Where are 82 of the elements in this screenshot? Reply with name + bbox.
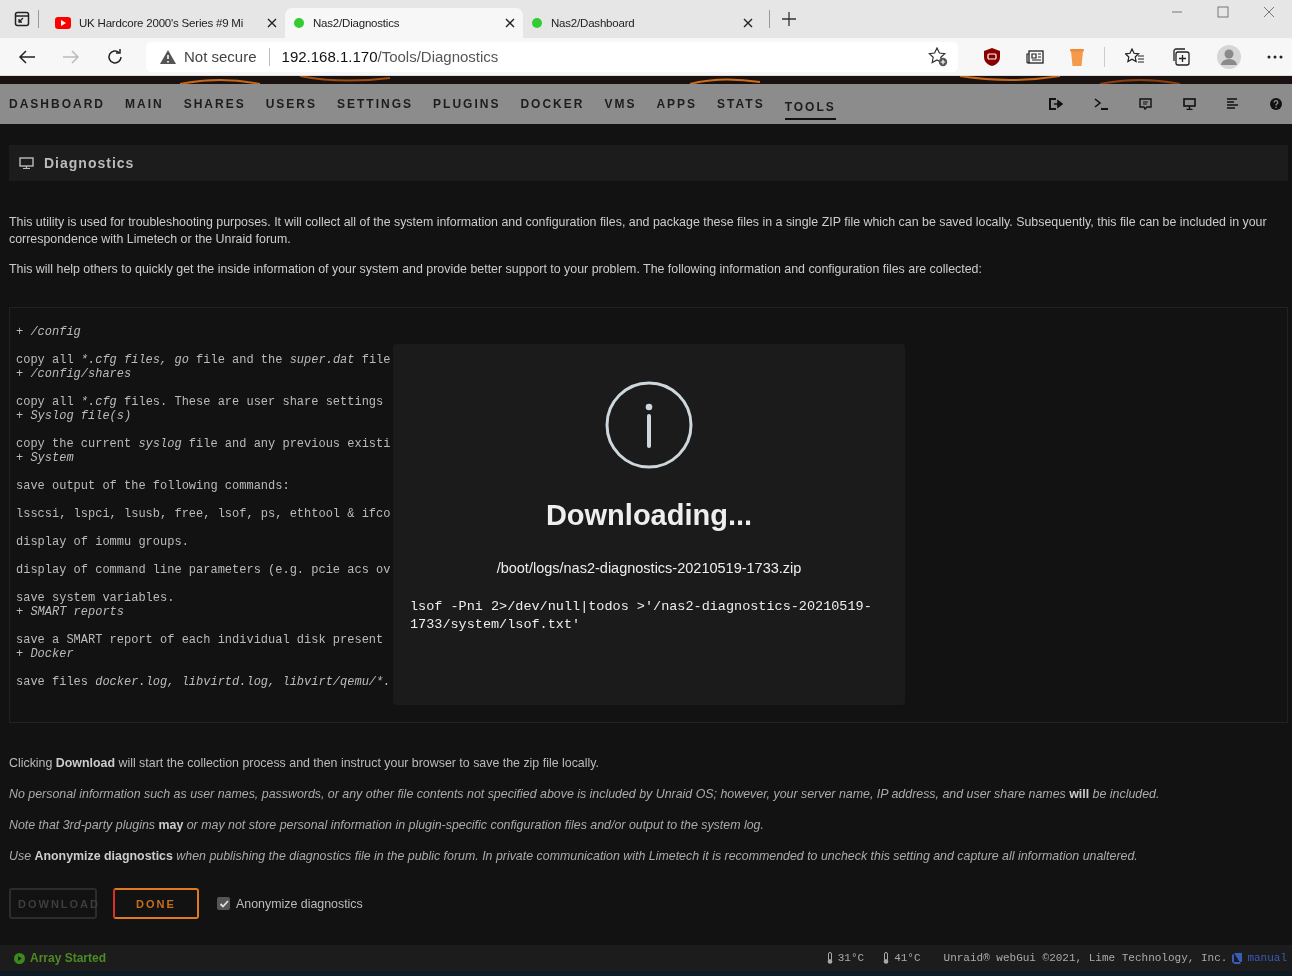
temperature: 31°C	[837, 952, 865, 964]
nav-tab[interactable]: DOCKER	[520, 91, 585, 117]
back-icon[interactable]	[18, 48, 36, 65]
thermometer-icon	[826, 952, 833, 964]
new-tab-icon[interactable]	[782, 12, 796, 26]
nav-tab[interactable]: SETTINGS	[337, 91, 414, 117]
book-icon	[1232, 952, 1243, 964]
monitor-icon	[19, 157, 34, 169]
file-description: display of iommu groups.	[16, 535, 189, 549]
close-icon[interactable]	[743, 18, 753, 28]
thermometer-icon	[883, 952, 890, 964]
note-text: Use Anonymize diagnostics when publishing the diagnostics file in the public forum. In private communication with Limetech it is recommended to uncheck this setting and capture all information unaltered.	[9, 849, 1139, 864]
add-favorite-icon[interactable]	[928, 46, 948, 67]
array-status: Array Started	[30, 951, 107, 965]
close-window-icon[interactable]	[1263, 6, 1275, 18]
video-icon	[55, 17, 71, 29]
terminal-icon[interactable]	[1094, 98, 1108, 110]
nav-tab[interactable]: STATS	[717, 91, 765, 117]
avatar-icon[interactable]	[1217, 44, 1241, 69]
zip-path: /boot/logs/nas2-diagnostics-20210519-1733.zip	[496, 560, 802, 576]
monitor-icon[interactable]	[1183, 98, 1196, 110]
intro-paragraph: This utility is used for troubleshooting purposes. It will collect all of the system information and configuration files, and package these files in a single ZIP file which can be saved locally. Subsequently, this file can be included in your correspondence with Limetech or the Unraid forum.	[9, 214, 1268, 248]
collections-icon[interactable]	[1171, 46, 1191, 67]
command-text: lsof -Pni 2>/dev/null|todos >'/nas2-diagnostics-20210519-1733/system/lsof.txt'	[410, 598, 873, 634]
feedback-icon[interactable]	[1139, 98, 1152, 110]
nav-tab[interactable]: MAIN	[125, 91, 164, 117]
file-group-heading: + SMART reports	[16, 605, 124, 619]
nav-tab[interactable]: TOOLS	[784, 94, 836, 120]
address-field[interactable]: Not secure 192.168.1.170/Tools/Diagnostics	[146, 41, 958, 72]
url-text: 192.168.1.170/Tools/Diagnostics	[281, 48, 499, 65]
file-description: save a SMART report of each individual disk present	[16, 633, 384, 647]
browser-tab[interactable]: Nas2/Dashboard	[523, 8, 761, 38]
browser-tab[interactable]: Nas2/Diagnostics	[285, 8, 523, 38]
tab-actions-icon[interactable]	[14, 11, 30, 27]
shield-icon[interactable]	[984, 47, 1000, 66]
copyright-text: Unraid® webGui ©2021, Lime Technology, Inc.	[943, 952, 1228, 964]
play-icon	[14, 952, 25, 964]
close-icon[interactable]	[267, 18, 277, 28]
help-icon[interactable]	[1270, 98, 1282, 110]
page-title: Diagnostics	[44, 155, 135, 171]
file-description: copy the current syslog file and any previous existi	[16, 437, 391, 451]
nav-tab[interactable]: APPS	[656, 91, 698, 117]
intro-paragraph: This will help others to quickly get the inside information of your system and provide better support to your problem. The following information and configuration files are collected:	[9, 261, 983, 278]
status-dot-icon	[293, 17, 305, 29]
refresh-icon[interactable]	[106, 47, 124, 66]
file-description: copy all *.cfg files, go file and the super.dat file	[16, 353, 391, 367]
file-description: save output of the following commands:	[16, 479, 290, 493]
close-icon[interactable]	[505, 18, 515, 28]
file-description: save files docker.log, libvirtd.log, libvirt/qemu/*.	[16, 675, 391, 689]
checkbox[interactable]	[217, 897, 230, 910]
file-group-heading: + /config	[16, 325, 81, 339]
file-description: copy all *.cfg files. These are user share settings	[16, 395, 384, 409]
action-button[interactable]: DONE	[113, 888, 199, 919]
nav-tab[interactable]: SHARES	[183, 91, 246, 117]
file-description: display of command line parameters (e.g. pcie acs ov	[16, 563, 391, 577]
more-icon[interactable]	[1267, 54, 1283, 59]
warning-icon	[160, 49, 176, 64]
nav-tab[interactable]: DASHBOARD	[9, 91, 105, 117]
reader-icon[interactable]	[1026, 49, 1044, 64]
file-group-heading: + Syslog file(s)	[16, 409, 132, 423]
log-icon[interactable]	[1227, 98, 1239, 110]
file-description: lsscsi, lspci, lsusb, free, lsof, ps, ethtool & ifco	[16, 507, 391, 521]
favorites-icon[interactable]	[1125, 47, 1145, 66]
info-icon	[605, 381, 693, 469]
file-group-heading: + System	[16, 451, 74, 465]
note-text: Note that 3rd-party plugins may or may not store personal information in plugin-specific configuration files and/or output to the system log.	[9, 818, 765, 833]
nav-tab[interactable]: VMS	[604, 91, 637, 117]
browser-tab[interactable]: UK Hardcore 2000's Series #9 Mi	[47, 8, 285, 38]
logout-icon[interactable]	[1049, 98, 1063, 110]
manual-link[interactable]: manual	[1247, 952, 1287, 964]
dialog-title: Downloading...	[545, 499, 753, 532]
note-text: Clicking Download will start the collection process and then instruct your browser to save the zip file locally.	[9, 756, 600, 771]
security-label: Not secure	[184, 48, 257, 65]
file-group-heading: + /config/shares	[16, 367, 132, 381]
file-description: save system variables.	[16, 591, 175, 605]
note-text: No personal information such as user names, passwords, or any other file contents not specified above is included by Unraid OS; however, your server name, IP address, and user share names will be included.	[9, 787, 1161, 802]
temperature: 41°C	[894, 952, 921, 964]
nav-tab[interactable]: PLUGINS	[433, 91, 501, 117]
file-group-heading: + Docker	[16, 647, 74, 661]
status-dot-icon	[531, 17, 543, 29]
nav-tab[interactable]: USERS	[265, 91, 318, 117]
checkbox-label: Anonymize diagnostics	[236, 896, 363, 911]
